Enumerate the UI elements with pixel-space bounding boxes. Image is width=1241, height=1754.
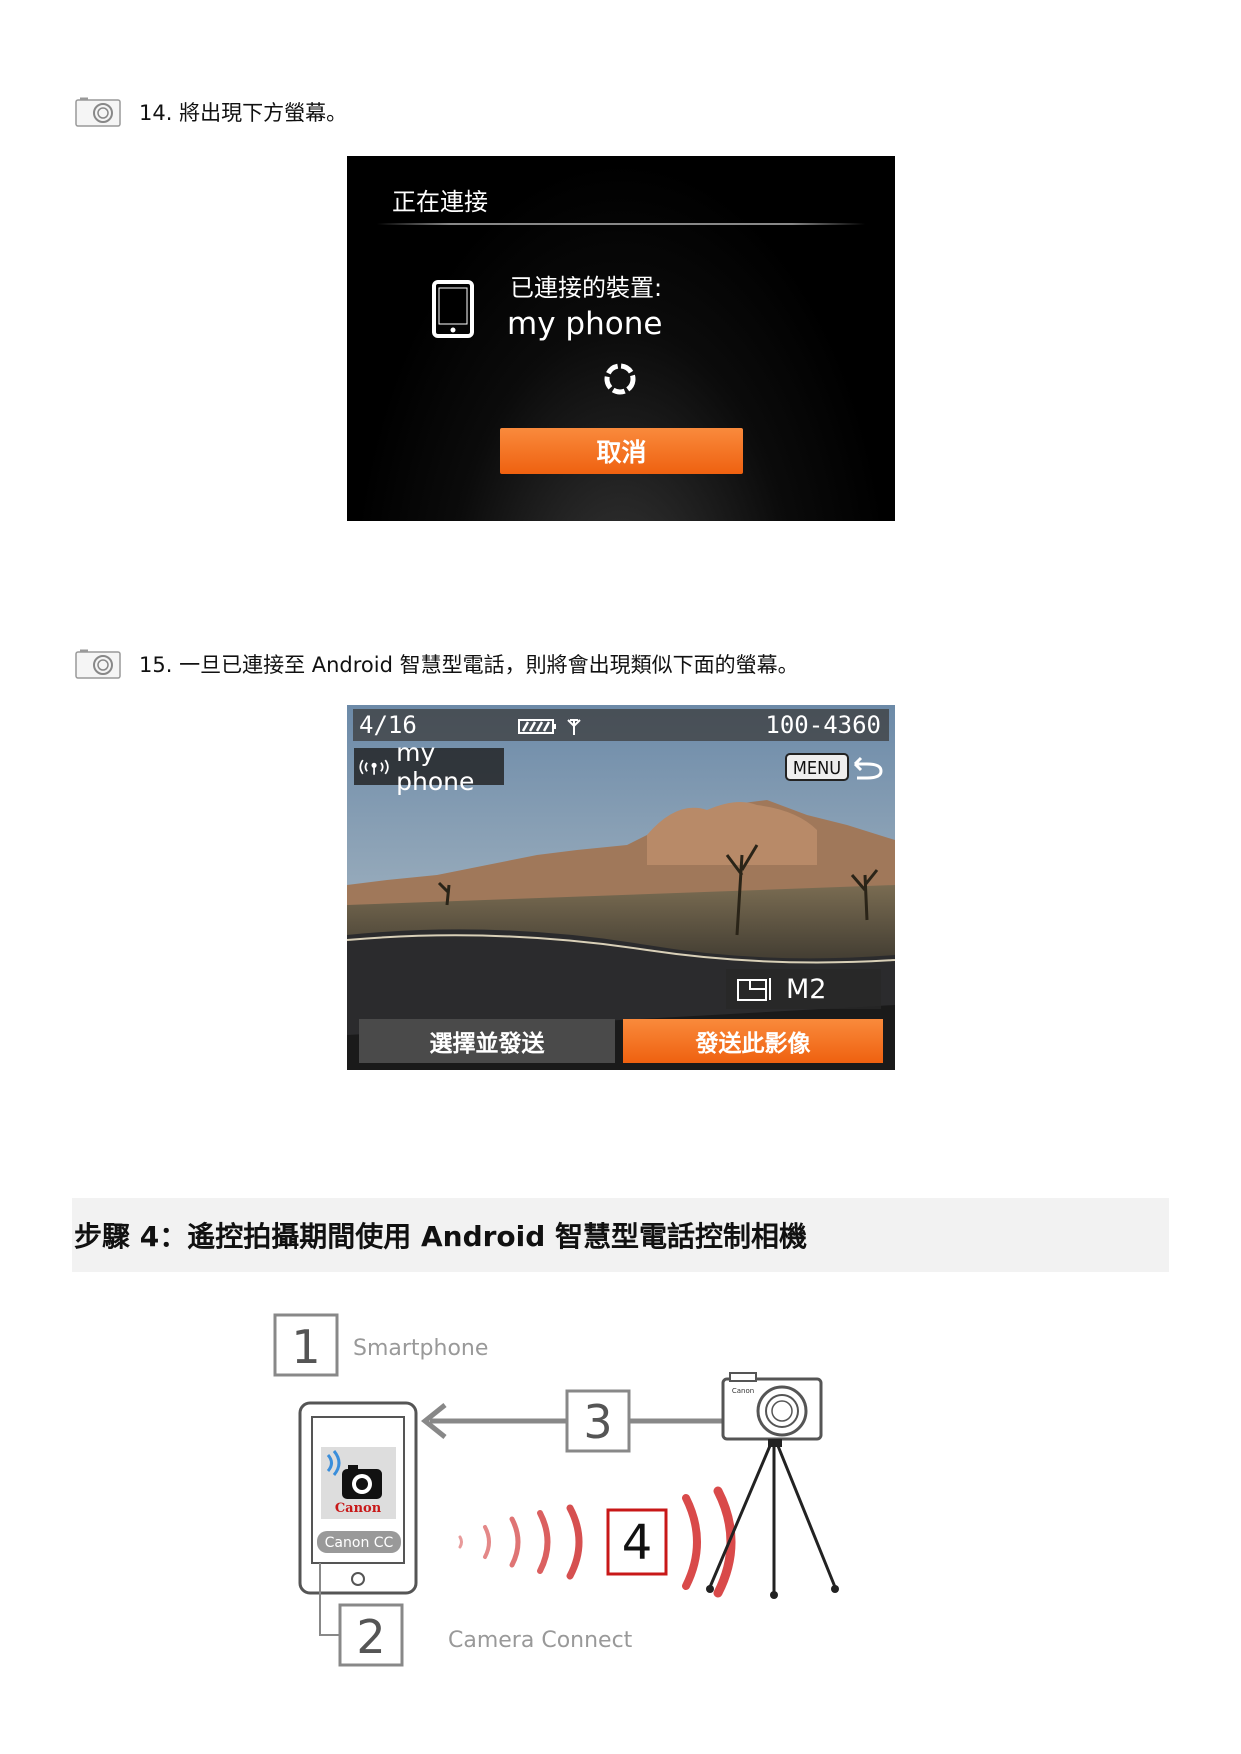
smartphone-icon [432,280,474,338]
section-heading: 步驟 4：遙控拍攝期間使用 Android 智慧型電話控制相機 [72,1198,1169,1272]
wireless-signal: 4 [458,1486,736,1598]
step-15-text: 15. 一旦已連接至 Android 智慧型電話，則將會出現類似下面的螢幕。 [139,653,799,677]
connected-device-tag: my phone [354,738,504,796]
connected-device-label: 已連接的裝置: [510,274,663,302]
connecting-screen: 正在連接 已連接的裝置: my phone 取消 [347,156,895,521]
cancel-button[interactable]: 取消 [500,428,743,474]
label-1: 1 Smartphone [273,1313,488,1377]
remote-shooting-diagram: 1 Smartphone Canon Canon CC 2 Camera Con… [273,1313,839,1667]
image-counter: 4/16 [359,711,417,739]
section-title: 步驟 4：遙控拍攝期間使用 Android 智慧型電話控制相機 [74,1220,808,1253]
label-4: 4 [622,1515,653,1571]
camera-mode-icon [75,97,121,127]
svg-text:1: 1 [291,1320,320,1374]
wireless-icon [359,759,389,775]
label-2: 2 Camera Connect [338,1603,633,1667]
file-number: 100-4360 [765,711,881,739]
smartphone-illustration: Canon Canon CC [298,1401,418,1595]
device-name: my phone [507,306,663,342]
menu-back-button[interactable]: MENU [785,752,887,782]
app-name: Canon CC [325,1535,394,1551]
image-size-icon [737,978,771,1001]
step-14: 14. 將出現下方螢幕。 [75,97,347,127]
loading-spinner-icon [604,363,636,395]
camera-brand: Canon [732,1387,754,1395]
select-and-send-button[interactable]: 選擇並發送 [359,1019,615,1063]
screen-title: 正在連接 [392,188,488,216]
device-name-tag: my phone [396,737,475,796]
camera-mode-icon [75,649,121,679]
image-size-label: M2 [786,973,827,1005]
status-bar: 4/16 100-4360 [353,709,889,741]
image-size-indicator: M2 [726,969,881,1009]
svg-text:2: 2 [356,1610,385,1664]
label-3: 3 [583,1395,612,1449]
title-divider [377,223,865,225]
app-brand: Canon [335,1501,382,1516]
battery-icon [518,719,581,735]
menu-label: MENU [793,758,841,779]
camera-connect-label: Camera Connect [448,1628,633,1653]
smartphone-label: Smartphone [353,1336,488,1361]
step-14-text: 14. 將出現下方螢幕。 [139,101,348,125]
step-15: 15. 一旦已連接至 Android 智慧型電話，則將會出現類似下面的螢幕。 [75,649,799,679]
send-this-image-button[interactable]: 發送此影像 [623,1019,883,1063]
send-image-screen: 4/16 100-4360 my phone MENU M2 選擇並發送 發送此… [347,705,895,1070]
